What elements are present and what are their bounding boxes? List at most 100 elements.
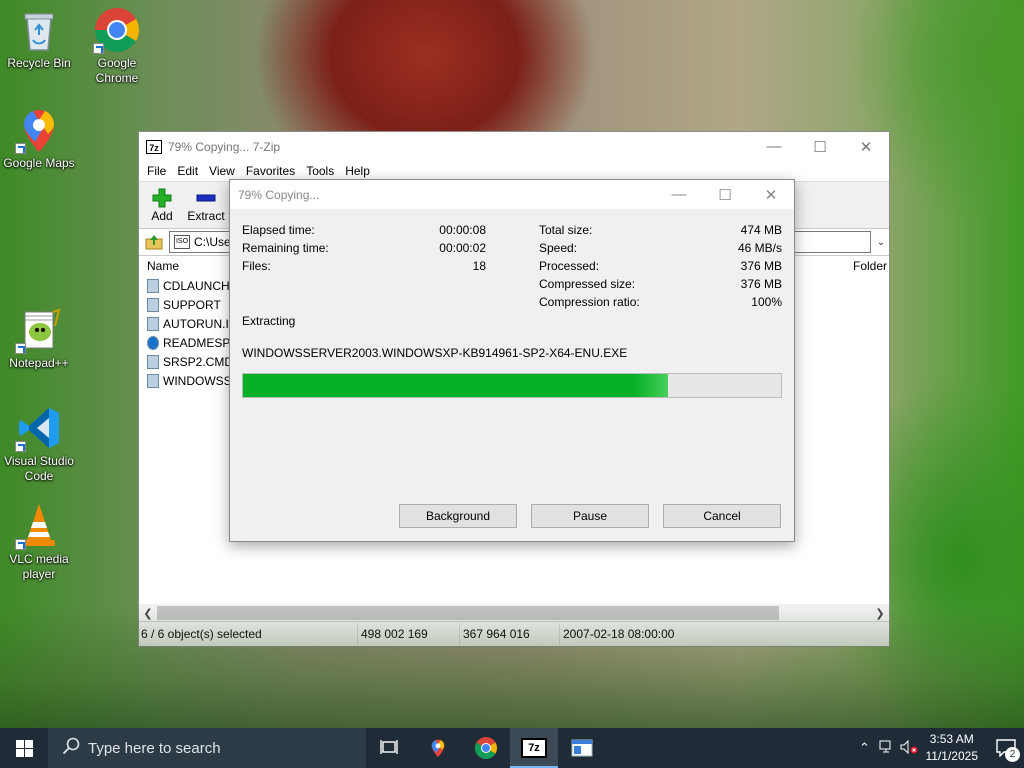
taskbar-google-maps[interactable] — [414, 728, 462, 768]
menu-edit[interactable]: Edit — [173, 164, 202, 178]
minimize-button[interactable]: — — [751, 132, 797, 161]
notification-center-button[interactable]: 2 — [988, 728, 1024, 768]
operation-label: Extracting — [242, 314, 296, 328]
task-view-button[interactable] — [366, 728, 414, 768]
menu-tools[interactable]: Tools — [302, 164, 338, 178]
chevron-up-icon[interactable]: ⌃ — [854, 740, 876, 756]
desktop-icon-label: Visual Studio — [4, 454, 74, 468]
recycle-bin-icon — [15, 6, 63, 54]
horizontal-scrollbar[interactable]: ❮ ❯ — [139, 604, 889, 622]
progress-bar — [242, 373, 782, 398]
taskbar-explorer[interactable] — [558, 728, 606, 768]
7zip-app-icon: 7z — [146, 139, 162, 154]
desktop-icon-vlc[interactable]: VLC media player — [0, 502, 78, 582]
folder-up-icon[interactable] — [143, 232, 165, 252]
status-selected: 6 / 6 object(s) selected — [139, 623, 358, 645]
file-icon — [147, 297, 159, 312]
close-button[interactable]: ✕ — [843, 132, 889, 161]
add-label: Add — [151, 209, 173, 223]
desktop-icon-notepadpp[interactable]: Notepad++ — [0, 306, 78, 371]
speed-value: 46 MB/s — [737, 241, 782, 255]
desktop-icon-vscode[interactable]: Visual Studio Code — [0, 404, 78, 484]
desktop-icon-chrome[interactable]: Google Chrome — [78, 6, 156, 86]
shortcut-arrow-icon — [93, 43, 104, 54]
7zip-icon: 7z — [521, 738, 547, 758]
search-placeholder: Type here to search — [88, 739, 221, 757]
file-name: CDLAUNCH — [163, 278, 230, 293]
shortcut-arrow-icon — [15, 539, 26, 550]
menu-file[interactable]: File — [143, 164, 170, 178]
files-label: Files: — [242, 259, 271, 273]
file-icon — [147, 373, 159, 388]
compressed-size-label: Compressed size: — [539, 277, 636, 291]
add-button[interactable]: Add — [141, 187, 183, 223]
taskbar-7zip[interactable]: 7z — [510, 728, 558, 768]
menu-view[interactable]: View — [205, 164, 239, 178]
maximize-button[interactable]: ☐ — [797, 132, 843, 161]
processed-label: Processed: — [539, 259, 600, 273]
desktop-icon-label: VLC media — [9, 552, 69, 566]
dialog-title-bar[interactable]: 79% Copying... — ☐ ✕ — [230, 180, 794, 209]
search-box[interactable]: Type here to search — [48, 728, 366, 768]
cancel-button[interactable]: Cancel — [663, 504, 781, 528]
desktop-icon-label: Chrome — [95, 71, 139, 85]
taskbar-chrome[interactable] — [462, 728, 510, 768]
chrome-icon — [93, 6, 141, 54]
explorer-icon — [571, 739, 593, 757]
dialog-minimize-button[interactable]: — — [656, 180, 702, 209]
total-size-label: Total size: — [539, 223, 593, 237]
status-bar: 6 / 6 object(s) selected 498 002 169 367… — [139, 621, 889, 646]
dialog-maximize-button[interactable]: ☐ — [702, 180, 748, 209]
speed-label: Speed: — [539, 241, 578, 255]
menu-help[interactable]: Help — [341, 164, 374, 178]
dialog-close-button[interactable]: ✕ — [748, 180, 794, 209]
status-packed: 367 964 016 — [460, 623, 560, 645]
window-title: 79% Copying... 7-Zip — [168, 139, 281, 154]
desktop-icon-google-maps[interactable]: Google Maps — [0, 106, 78, 171]
windows-logo-icon — [15, 739, 33, 757]
desktop-icon-label: Recycle Bin — [7, 56, 71, 70]
copy-progress-dialog[interactable]: 79% Copying... — ☐ ✕ Elapsed time: 00:00… — [229, 179, 795, 542]
clock-time: 3:53 AM — [929, 732, 974, 746]
desktop: Recycle Bin Google Chrome Google Maps No… — [0, 0, 1024, 728]
title-bar[interactable]: 7z 79% Copying... 7-Zip — ☐ ✕ — [139, 132, 889, 161]
desktop-icon-label: Google Maps — [3, 156, 75, 170]
clock-date: 11/1/2025 — [925, 749, 979, 763]
extract-button[interactable]: Extract — [185, 187, 227, 223]
menu-favorites[interactable]: Favorites — [242, 164, 299, 178]
clock[interactable]: 3:53 AM 11/1/2025 — [926, 731, 979, 765]
remaining-time-value: 00:00:02 — [439, 241, 486, 255]
vlc-icon — [15, 502, 63, 550]
desktop-icon-label: Code — [24, 469, 54, 483]
column-folder[interactable]: Folder — [853, 259, 887, 273]
notification-badge: 2 — [1005, 747, 1020, 762]
chevron-down-icon[interactable]: ⌄ — [873, 237, 889, 248]
status-size: 498 002 169 — [358, 623, 460, 645]
background-button[interactable]: Background — [399, 504, 517, 528]
html-file-icon — [147, 335, 159, 350]
plus-icon — [141, 187, 183, 209]
scroll-left-icon[interactable]: ❮ — [139, 607, 157, 620]
desktop-icon-label: Notepad++ — [9, 356, 69, 370]
total-size-value: 474 MB — [740, 223, 782, 237]
start-button[interactable] — [0, 728, 48, 768]
vscode-icon — [15, 404, 63, 452]
current-file-name: WINDOWSSERVER2003.WINDOWSXP-KB914961-SP2… — [242, 346, 628, 360]
desktop-icon-recycle-bin[interactable]: Recycle Bin — [0, 6, 78, 71]
scroll-right-icon[interactable]: ❯ — [871, 607, 889, 620]
compression-ratio-label: Compression ratio: — [539, 295, 640, 309]
task-view-icon — [380, 740, 398, 754]
column-name[interactable]: Name — [147, 259, 179, 273]
volume-muted-icon[interactable] — [898, 739, 920, 757]
file-icon — [147, 316, 159, 331]
maps-icon — [431, 739, 445, 758]
minus-icon — [185, 187, 227, 209]
compressed-size-value: 376 MB — [740, 277, 782, 291]
file-name: AUTORUN.IN — [163, 316, 238, 331]
file-icon — [147, 278, 159, 293]
taskbar: Type here to search 7z ⌃ 3:53 AM 11/1/20… — [0, 728, 1024, 768]
pause-button[interactable]: Pause — [531, 504, 649, 528]
drive-icon: ISO — [174, 235, 190, 249]
network-icon[interactable] — [876, 740, 898, 757]
scroll-thumb[interactable] — [157, 606, 779, 620]
